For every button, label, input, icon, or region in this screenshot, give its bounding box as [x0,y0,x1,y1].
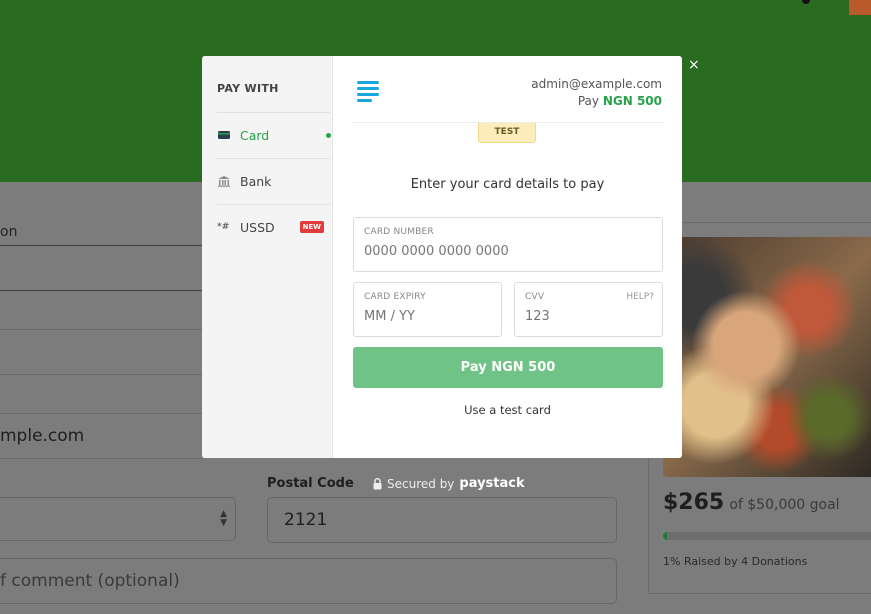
card-expiry-label: CARD EXPIRY [364,292,426,302]
postal-code-label: Postal Code [267,476,354,491]
pay-button[interactable]: Pay NGN 500 [353,347,663,388]
instruction-text: Enter your card details to pay [410,177,605,192]
campaign-image [663,237,871,477]
pay-amount-line: Pay NGN 500 [531,93,662,110]
payment-form: admin@example.com Pay NGN 500 TEST Enter… [333,56,682,458]
active-indicator [326,133,331,138]
field-label: on [0,224,18,240]
sidebar-item-label: Card [240,127,270,143]
divider [0,374,202,375]
country-select[interactable]: ▲ ▼ [0,497,236,541]
select-arrows-icon: ▲ ▼ [220,509,227,528]
card-expiry-input[interactable] [364,309,489,324]
payment-modal: PAY WITH Card Bank *# USSD NEW admin@exa… [202,56,682,458]
merchant-info: admin@example.com Pay NGN 500 [531,76,662,110]
progress-fill [663,532,668,540]
merchant-email: admin@example.com [531,77,662,91]
card-number-label: CARD NUMBER [364,227,434,237]
test-mode-badge: TEST [478,123,536,143]
raised-amount: $265 [663,490,725,515]
secured-by: Secured by paystack [373,476,525,491]
raised-summary: 1% Raised by 4 Donations [663,555,808,568]
use-test-card-link[interactable]: Use a test card [333,403,682,417]
pay-amount: NGN 500 [602,94,662,108]
sidebar-item-card[interactable]: Card [217,112,331,158]
divider [0,413,202,414]
amount-raised: $265 of $50,000 goal [663,490,840,515]
cvv-help-link[interactable]: HELP? [626,292,654,302]
close-icon[interactable]: × [688,58,700,72]
sidebar-item-ussd[interactable]: *# USSD NEW [217,204,330,250]
paystack-brand: paystack [459,476,525,491]
email-input[interactable]: mple.com [0,426,84,446]
comment-input[interactable]: f comment (optional) [0,558,617,604]
card-number-input[interactable] [364,244,626,259]
sidebar-item-bank[interactable]: Bank [217,158,330,204]
cvv-input[interactable] [525,309,650,324]
card-icon [218,131,230,139]
divider [0,329,202,330]
lock-icon [373,477,382,489]
pay-prefix: Pay [577,94,599,108]
divider [0,458,202,459]
bank-icon [218,176,230,187]
cvv-field[interactable]: CVV HELP? [514,282,663,337]
ussd-icon: *# [217,222,230,232]
divider [0,290,202,291]
sidebar-item-label: Bank [240,173,272,189]
card-number-field[interactable]: CARD NUMBER [353,217,663,272]
divider [0,245,202,246]
postal-code-input[interactable]: 2121 [267,497,617,543]
cvv-label: CVV [525,292,545,302]
new-badge: NEW [299,221,324,233]
goal-text: of $50,000 goal [729,497,840,513]
progress-bar [663,532,871,540]
card-expiry-field[interactable]: CARD EXPIRY [353,282,502,337]
header-button[interactable] [849,0,871,15]
pay-with-title: PAY WITH [217,82,279,95]
payment-method-sidebar: PAY WITH Card Bank *# USSD NEW [202,56,333,458]
secured-text: Secured by [387,476,455,491]
paystack-logo-icon [357,81,379,102]
sidebar-item-label: USSD [240,219,275,235]
